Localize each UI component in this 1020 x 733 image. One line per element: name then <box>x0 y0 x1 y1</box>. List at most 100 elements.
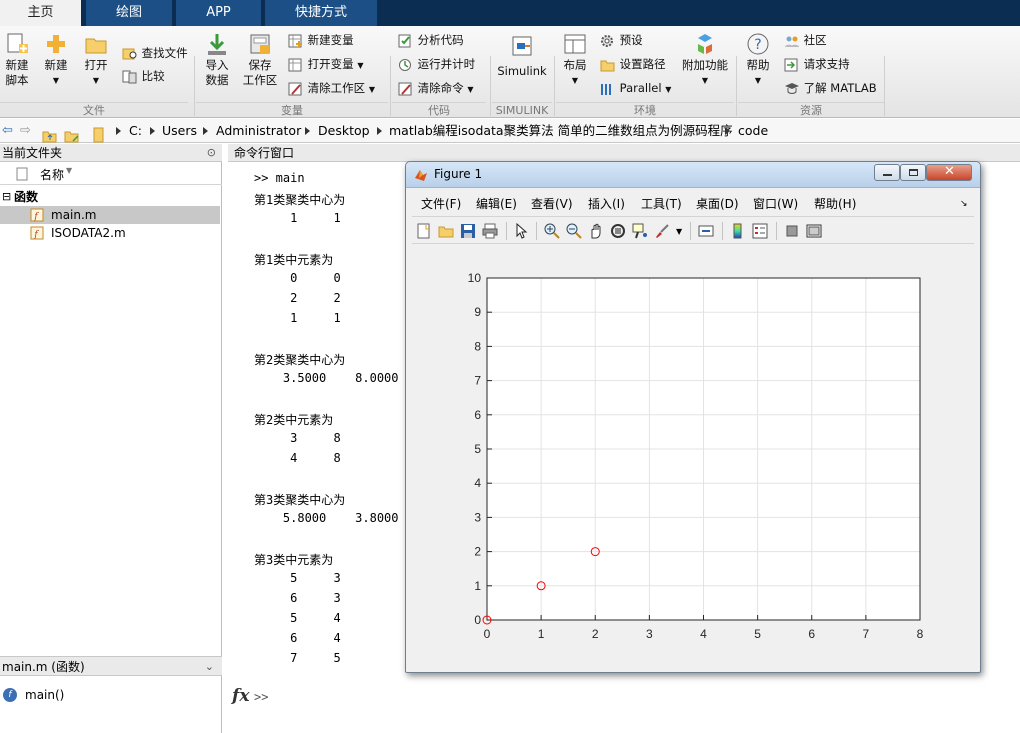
name-column-header[interactable]: 名称 <box>40 166 64 183</box>
link-plot-icon[interactable] <box>698 223 714 239</box>
functions-group[interactable]: ⊟ 函数 <box>0 188 222 206</box>
fx-icon[interactable]: fx <box>232 686 249 706</box>
new-button[interactable]: 新建 ▼ <box>40 32 72 88</box>
breadcrumb-users[interactable]: Users <box>162 119 197 143</box>
tab-apps[interactable]: APP <box>176 0 262 26</box>
parallel-button[interactable]: Parallel ▼ <box>600 80 671 98</box>
layout-button[interactable]: 布局 ▼ <box>560 32 590 88</box>
rotate-3d-icon[interactable] <box>610 223 626 239</box>
dock-arrow-icon[interactable]: ↘ <box>960 192 968 216</box>
pan-icon[interactable] <box>588 223 604 239</box>
legend-icon[interactable] <box>752 223 768 239</box>
ribbon-tab-bar: 主页 绘图 APP 快捷方式 <box>0 0 1020 26</box>
menu-file[interactable]: 文件(F) <box>421 192 461 216</box>
broom-icon <box>288 82 302 95</box>
menu-tools[interactable]: 工具(T) <box>641 192 682 216</box>
analyze-code-label: 分析代码 <box>417 33 464 47</box>
show-plot-tools-icon[interactable] <box>806 223 822 239</box>
open-variable-icon <box>288 58 302 71</box>
simulink-button[interactable]: Simulink <box>496 34 548 79</box>
matlab-logo-icon <box>415 170 427 181</box>
layout-icon <box>564 34 586 54</box>
find-files-button[interactable]: 查找文件 <box>122 45 188 61</box>
clear-commands-icon <box>398 82 412 95</box>
new-figure-icon[interactable] <box>416 223 432 239</box>
zoom-in-icon[interactable] <box>544 223 560 239</box>
menu-window[interactable]: 窗口(W) <box>753 192 798 216</box>
add-ons-button[interactable]: 附加功能 ▼ <box>680 32 730 88</box>
minimize-button[interactable] <box>874 164 900 181</box>
mfile-icon: f <box>30 226 44 240</box>
back-arrow-icon[interactable]: ⇦ <box>2 119 13 143</box>
open-button[interactable]: 打开 ▼ <box>80 32 112 88</box>
function-name: main() <box>25 688 65 702</box>
new-script-button[interactable]: 新建 脚本 <box>2 32 32 88</box>
group-resources-label: 资源 <box>738 102 884 117</box>
collapse-icon[interactable]: ⊟ <box>2 188 11 206</box>
print-icon[interactable] <box>482 223 498 239</box>
forward-arrow-icon[interactable]: ⇨ <box>20 119 31 143</box>
compare-button[interactable]: 比较 <box>122 68 165 84</box>
analyze-code-button[interactable]: 分析代码 <box>398 32 464 48</box>
tab-shortcuts[interactable]: 快捷方式 <box>265 0 378 26</box>
zoom-out-icon[interactable] <box>566 223 582 239</box>
menu-view[interactable]: 查看(V) <box>531 192 573 216</box>
run-time-icon <box>399 58 411 71</box>
menu-help[interactable]: 帮助(H) <box>814 192 856 216</box>
hide-plot-tools-icon[interactable] <box>784 223 800 239</box>
breadcrumb-c[interactable]: C: <box>129 119 142 143</box>
preferences-button[interactable]: 预设 <box>600 32 643 48</box>
y-tick-label: 10 <box>468 271 482 285</box>
chevron-down-icon[interactable]: ⌄ <box>205 657 214 677</box>
ribbon-divider <box>390 56 391 116</box>
new-script-label-1: 新建 <box>5 58 29 72</box>
maximize-button[interactable] <box>900 164 926 181</box>
command-output-line: 3 8 <box>254 431 341 445</box>
command-output-line: 第3类聚类中心为 <box>254 493 346 507</box>
breadcrumb-administrator[interactable]: Administrator <box>216 119 301 143</box>
breadcrumb-code[interactable]: code <box>738 119 768 143</box>
save-icon[interactable] <box>460 223 476 239</box>
details-title: main.m (函数) <box>2 660 85 674</box>
figure-title-bar[interactable]: Figure 1 ✕ <box>406 162 980 188</box>
open-file-icon[interactable] <box>438 223 454 239</box>
command-output-line: 1 1 <box>254 311 341 325</box>
panel-menu-icon[interactable]: ⊙ <box>207 144 216 162</box>
clear-workspace-button[interactable]: 清除工作区 ▼ <box>288 80 375 98</box>
file-item-main[interactable]: f main.m <box>0 206 220 224</box>
find-files-icon <box>122 48 137 59</box>
tab-plots[interactable]: 绘图 <box>86 0 173 26</box>
pointer-icon[interactable] <box>514 223 530 239</box>
command-prompt[interactable]: >> <box>254 690 268 704</box>
request-support-button[interactable]: 请求支持 <box>784 56 850 72</box>
colorbar-icon[interactable] <box>730 223 746 239</box>
details-header[interactable]: main.m (函数) ⌄ <box>0 656 222 676</box>
clear-commands-button[interactable]: 清除命令 ▼ <box>398 80 473 98</box>
breadcrumb-desktop[interactable]: Desktop <box>318 119 370 143</box>
menu-insert[interactable]: 插入(I) <box>588 192 625 216</box>
function-icon: f <box>3 688 17 702</box>
learn-matlab-button[interactable]: 了解 MATLAB <box>784 80 877 96</box>
new-variable-button[interactable]: 新建变量 <box>288 32 354 48</box>
scatter-chart[interactable]: 0 1 2 3 4 5 6 7 8 0 1 2 3 4 5 6 7 8 9 10 <box>412 244 974 668</box>
close-button[interactable]: ✕ <box>926 164 972 181</box>
community-button[interactable]: 社区 <box>784 32 827 48</box>
menu-edit[interactable]: 编辑(E) <box>476 192 517 216</box>
tab-home[interactable]: 主页 <box>0 0 82 26</box>
set-path-button[interactable]: 设置路径 <box>600 56 666 72</box>
command-output-line: 第1类中元素为 <box>254 253 334 267</box>
column-header-row: 名称 ▼ <box>0 163 222 185</box>
data-cursor-icon[interactable] <box>632 223 648 239</box>
run-and-time-button[interactable]: 运行并计时 <box>398 56 475 72</box>
breadcrumb-project-folder[interactable]: matlab编程isodata聚类算法 简单的二维数组点为例源码程序 <box>389 119 733 143</box>
file-item-isodata2[interactable]: f ISODATA2.m <box>0 224 220 242</box>
help-button[interactable]: ? 帮助 ▼ <box>742 32 774 88</box>
menu-desktop[interactable]: 桌面(D) <box>696 192 739 216</box>
x-tick-label: 0 <box>484 627 491 641</box>
command-output-line: 第3类中元素为 <box>254 553 334 567</box>
open-variable-button[interactable]: 打开变量 ▼ <box>288 56 363 74</box>
import-data-button[interactable]: 导入 数据 <box>200 32 234 88</box>
brush-icon[interactable] <box>654 223 670 239</box>
save-workspace-button[interactable]: 保存 工作区 <box>240 32 280 88</box>
details-function-item[interactable]: f main() <box>0 686 222 704</box>
